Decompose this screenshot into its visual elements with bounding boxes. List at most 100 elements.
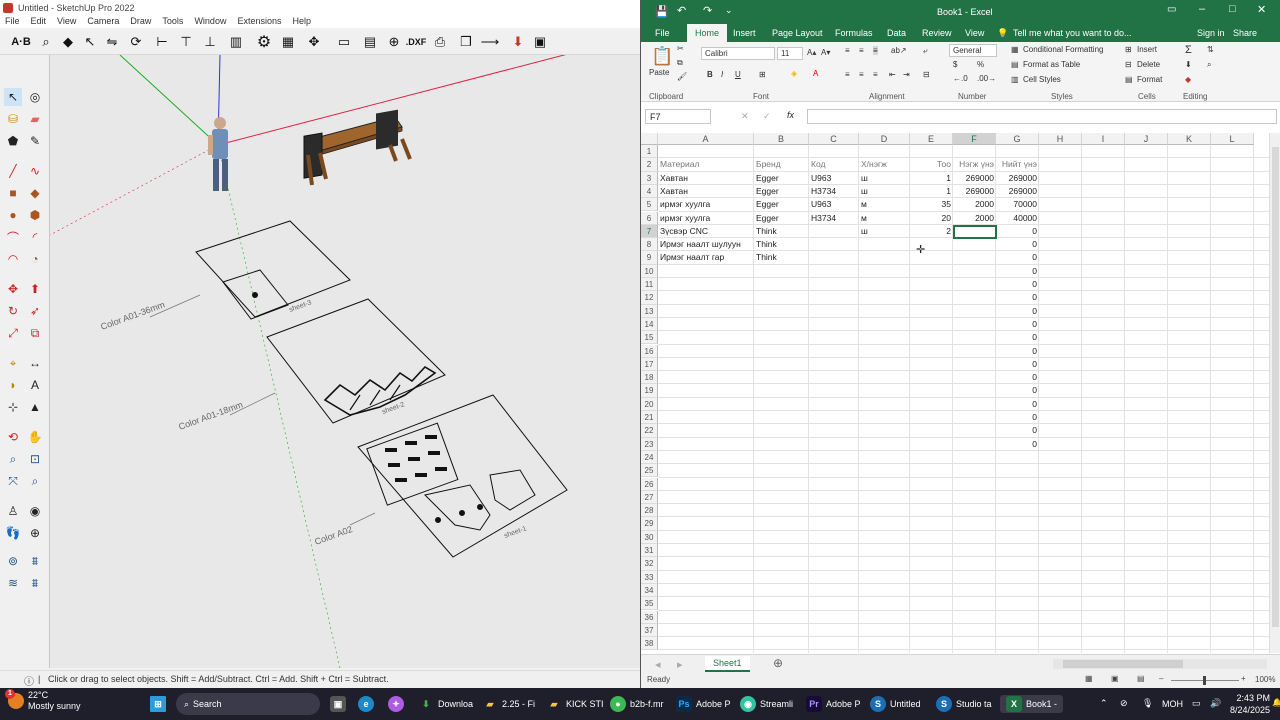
increase-decimal-icon[interactable]: ←.0 (953, 74, 968, 83)
table-cell[interactable]: 35 (910, 198, 953, 211)
worksheet-grid[interactable]: A B C D E F G H I J K L 1 2 Материал Бренд К… (641, 133, 1269, 653)
zoom-extents-icon[interactable]: ⤧ (4, 472, 22, 490)
row-header[interactable]: 18 (641, 371, 658, 385)
table-cell[interactable]: 0 (996, 251, 1039, 264)
table-cell[interactable]: 2000 (953, 212, 996, 225)
pie-tool-icon[interactable]: ◔ (26, 250, 44, 268)
row-header[interactable]: 14 (641, 317, 658, 332)
clock[interactable]: 2:43 PM 8/24/2025 (1226, 692, 1270, 716)
column-header-h[interactable]: H (1039, 133, 1082, 145)
taskbar-sketchup[interactable]: S Untitled (870, 695, 921, 713)
menu-draw[interactable]: Draw (125, 16, 157, 28)
tab-file[interactable]: File (655, 28, 670, 38)
line-arrow-icon[interactable]: ⟶ (480, 32, 500, 52)
ribbon-display-icon[interactable]: ▭ (1167, 4, 1176, 15)
network-icon[interactable]: ▭ (1192, 698, 1201, 709)
delete-cells-button[interactable]: Delete (1137, 60, 1160, 69)
rotated-rect-icon[interactable]: ◆ (26, 184, 44, 202)
select-all-corner[interactable] (641, 133, 658, 145)
table-cell[interactable]: 1 (910, 185, 953, 198)
taskbar-studio[interactable]: S Studio ta (936, 695, 992, 713)
merge-center-icon[interactable]: ⊟ (923, 70, 930, 79)
table-cell[interactable]: 0 (996, 331, 1039, 344)
offset-tool-icon[interactable]: ⧉ (26, 324, 44, 342)
decrease-indent-icon[interactable]: ⇤ (889, 70, 896, 79)
number-format-select[interactable]: General (949, 44, 997, 57)
shrink-font-icon[interactable]: A▾ (821, 48, 830, 57)
row-header[interactable]: 6 (641, 211, 658, 225)
column-header-j[interactable]: J (1125, 133, 1168, 145)
layers-icon[interactable]: ▤ (360, 32, 380, 52)
arc3-tool-icon[interactable]: ◠ (4, 250, 22, 268)
font-name-select[interactable]: Calibri (701, 47, 775, 60)
vertical-scrollbar[interactable] (1269, 133, 1280, 653)
select-arrow-icon[interactable]: ↖ (80, 32, 100, 52)
scale-tool-icon[interactable]: ⤢ (4, 324, 22, 342)
table-cell[interactable]: Х/нэгж (859, 158, 910, 171)
search-icon[interactable]: ⌕ (36, 32, 56, 52)
column-header-f[interactable]: F (953, 133, 996, 145)
column-header-c[interactable]: C (809, 133, 859, 145)
table-cell[interactable]: ш (859, 172, 910, 185)
taskbar-excel[interactable]: X Book1 - (1000, 695, 1064, 713)
row-header[interactable]: 31 (641, 544, 658, 558)
tab-formulas[interactable]: Formulas (835, 28, 873, 38)
horizontal-scroll-thumb[interactable] (1063, 660, 1183, 668)
tab-data[interactable]: Data (887, 28, 906, 38)
grow-font-icon[interactable]: A▴ (807, 48, 816, 57)
zoom-out-icon[interactable]: – (1159, 674, 1163, 683)
protractor-icon[interactable]: ◗ (4, 376, 22, 394)
font-color-icon[interactable]: A (813, 69, 818, 78)
axes-tool-icon[interactable]: ⊹ (4, 398, 22, 416)
menu-window[interactable]: Window (189, 16, 232, 28)
dimension-tool-icon[interactable]: ↔ (26, 354, 44, 372)
redo-icon[interactable]: ↷ (703, 4, 712, 17)
table-cell[interactable]: 0 (996, 278, 1039, 291)
next-sheet-icon[interactable]: ▸ (677, 658, 683, 671)
zoom-slider-thumb[interactable] (1203, 676, 1206, 685)
table-cell[interactable]: 269000 (996, 172, 1039, 185)
row-header[interactable]: 36 (641, 610, 658, 624)
taskbar-premiere[interactable]: Pr Adobe P (806, 695, 861, 713)
sandbox3-icon[interactable]: ≋ (4, 574, 22, 592)
tab-review[interactable]: Review (922, 28, 952, 38)
horizontal-scrollbar[interactable] (1053, 659, 1267, 669)
menu-extensions[interactable]: Extensions (232, 16, 287, 28)
enter-formula-icon[interactable]: ✓ (763, 111, 771, 122)
insert-function-button[interactable]: fx (787, 110, 794, 120)
table-cell[interactable]: 20 (910, 212, 953, 225)
column-header-k[interactable]: K (1168, 133, 1211, 145)
row-header[interactable]: 23 (641, 437, 658, 451)
add-sheet-icon[interactable]: ⊕ (773, 656, 783, 670)
taskbar-kick[interactable]: ▰ KICK STI (546, 695, 604, 713)
table-cell[interactable]: 0 (996, 411, 1039, 424)
row-header[interactable]: 38 (641, 637, 658, 651)
cell-styles-button[interactable]: Cell Styles (1023, 75, 1061, 84)
screen-icon[interactable]: ▣ (530, 32, 550, 52)
taskbar-downloads[interactable]: ⬇ Downloa (418, 695, 473, 713)
zoom-window-icon[interactable]: ⊡ (26, 450, 44, 468)
table-cell[interactable]: 0 (996, 225, 1039, 238)
row-header[interactable]: 8 (641, 238, 658, 252)
table-cell[interactable]: 0 (996, 371, 1039, 384)
row-header[interactable]: 32 (641, 557, 658, 571)
row-header[interactable]: 1 (641, 145, 658, 159)
row-header[interactable]: 27 (641, 490, 658, 505)
3d-text-icon[interactable]: ▲ (26, 398, 44, 416)
active-cell-f7[interactable] (953, 225, 997, 239)
paste-icon[interactable]: 📋 (651, 46, 673, 67)
taskbar-edge[interactable]: e (358, 695, 374, 713)
row-header[interactable]: 12 (641, 291, 658, 305)
taskbar-chrome[interactable]: ● b2b-f.mr (610, 695, 664, 713)
cube-icon[interactable]: ❒ (456, 32, 476, 52)
close-icon[interactable]: ✕ (1257, 3, 1266, 16)
row-header[interactable]: 30 (641, 530, 658, 544)
orbit-icon[interactable]: ⟲ (4, 428, 22, 446)
qat-more-icon[interactable]: ⌄ (725, 5, 733, 16)
font-size-select[interactable]: 11 (777, 47, 803, 60)
pan-icon[interactable]: ✋ (26, 428, 44, 446)
pushpull-icon[interactable]: ⬆ (26, 280, 44, 298)
taskbar-copilot[interactable]: ✦ (388, 695, 404, 713)
column-header-i[interactable]: I (1082, 133, 1125, 145)
tape-icon[interactable]: ✎ (26, 132, 44, 150)
